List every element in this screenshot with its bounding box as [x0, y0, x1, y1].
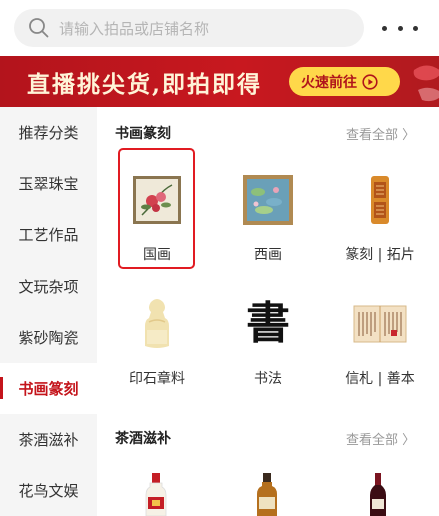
category-sidebar: 推荐分类 玉翠珠宝 工艺作品 文玩杂项 紫砂陶瓷 书画篆刻 茶酒滋补 花鸟文娱: [0, 107, 97, 516]
seal-stone-thumb: [129, 296, 185, 352]
western-painting-thumb: [240, 172, 296, 228]
search-input[interactable]: 请输入拍品或店铺名称: [14, 9, 364, 47]
subcategory-seal-stone[interactable]: 印石章料: [119, 296, 195, 388]
sidebar-item-jade-jewelry[interactable]: 玉翠珠宝: [0, 158, 97, 209]
subcategory-label: 国画: [143, 247, 171, 263]
chinese-painting-thumb: [129, 172, 185, 228]
banner-title: 直播挑尖货,即拍即得: [27, 71, 263, 98]
baijiu-bottle-thumb[interactable]: [144, 473, 168, 516]
calligraphy-thumb: 書: [240, 296, 296, 352]
calligraphy-glyph: 書: [246, 298, 290, 349]
live-banner[interactable]: 直播挑尖货,即拍即得 火速前往: [0, 56, 439, 107]
seal-stamp-thumb: [352, 172, 408, 228]
sidebar-item-crafts[interactable]: 工艺作品: [0, 209, 97, 260]
search-icon: [29, 18, 49, 38]
whisky-bottle-thumb[interactable]: [254, 473, 280, 516]
subcategory-label: 篆刻 | 拓片: [345, 247, 415, 263]
sidebar-item-recommend[interactable]: 推荐分类: [0, 107, 97, 158]
sidebar-item-antiques[interactable]: 文玩杂项: [0, 261, 97, 312]
subcategory-letters-rare-books[interactable]: 信札 | 善本: [342, 296, 418, 388]
top-bar: 请输入拍品或店铺名称: [0, 0, 439, 56]
subcategory-western-painting[interactable]: 西画: [230, 172, 306, 264]
subcategory-label: 信札 | 善本: [345, 371, 415, 387]
category-content: 书画篆刻 查看全部 〉 国画 西画 篆刻 | 拓片 印石章料 書 书法 信札 |…: [97, 107, 439, 516]
subcategory-calligraphy[interactable]: 書 书法: [230, 296, 306, 388]
subcategory-label: 书法: [254, 371, 282, 387]
view-all-link[interactable]: 查看全部 〉: [346, 429, 415, 448]
banner-decoration-icon: [413, 65, 439, 102]
subcategory-seal-rubbing[interactable]: 篆刻 | 拓片: [342, 172, 418, 264]
sidebar-item-pottery[interactable]: 紫砂陶瓷: [0, 312, 97, 363]
banner-cta-label: 火速前往: [301, 74, 357, 91]
section-title: 茶酒滋补: [115, 431, 171, 447]
section-title: 书画篆刻: [115, 126, 171, 142]
sidebar-item-tea-wine[interactable]: 茶酒滋补: [0, 414, 97, 465]
banner-cta-button[interactable]: 火速前往: [289, 67, 400, 96]
more-dots-icon[interactable]: [378, 16, 422, 40]
subcategory-label: 西画: [254, 247, 282, 263]
wine-bottle-thumb[interactable]: [368, 473, 388, 516]
sidebar-item-birds-leisure[interactable]: 花鸟文娱: [0, 465, 97, 516]
letter-manuscript-thumb: [352, 296, 408, 352]
search-placeholder: 请输入拍品或店铺名称: [59, 19, 210, 38]
sidebar-item-calligraphy-painting[interactable]: 书画篆刻: [0, 363, 97, 414]
play-circle-icon: [362, 73, 378, 90]
subcategory-label: 印石章料: [129, 371, 185, 387]
subcategory-chinese-painting[interactable]: 国画: [119, 172, 195, 264]
view-all-link[interactable]: 查看全部 〉: [346, 124, 415, 143]
